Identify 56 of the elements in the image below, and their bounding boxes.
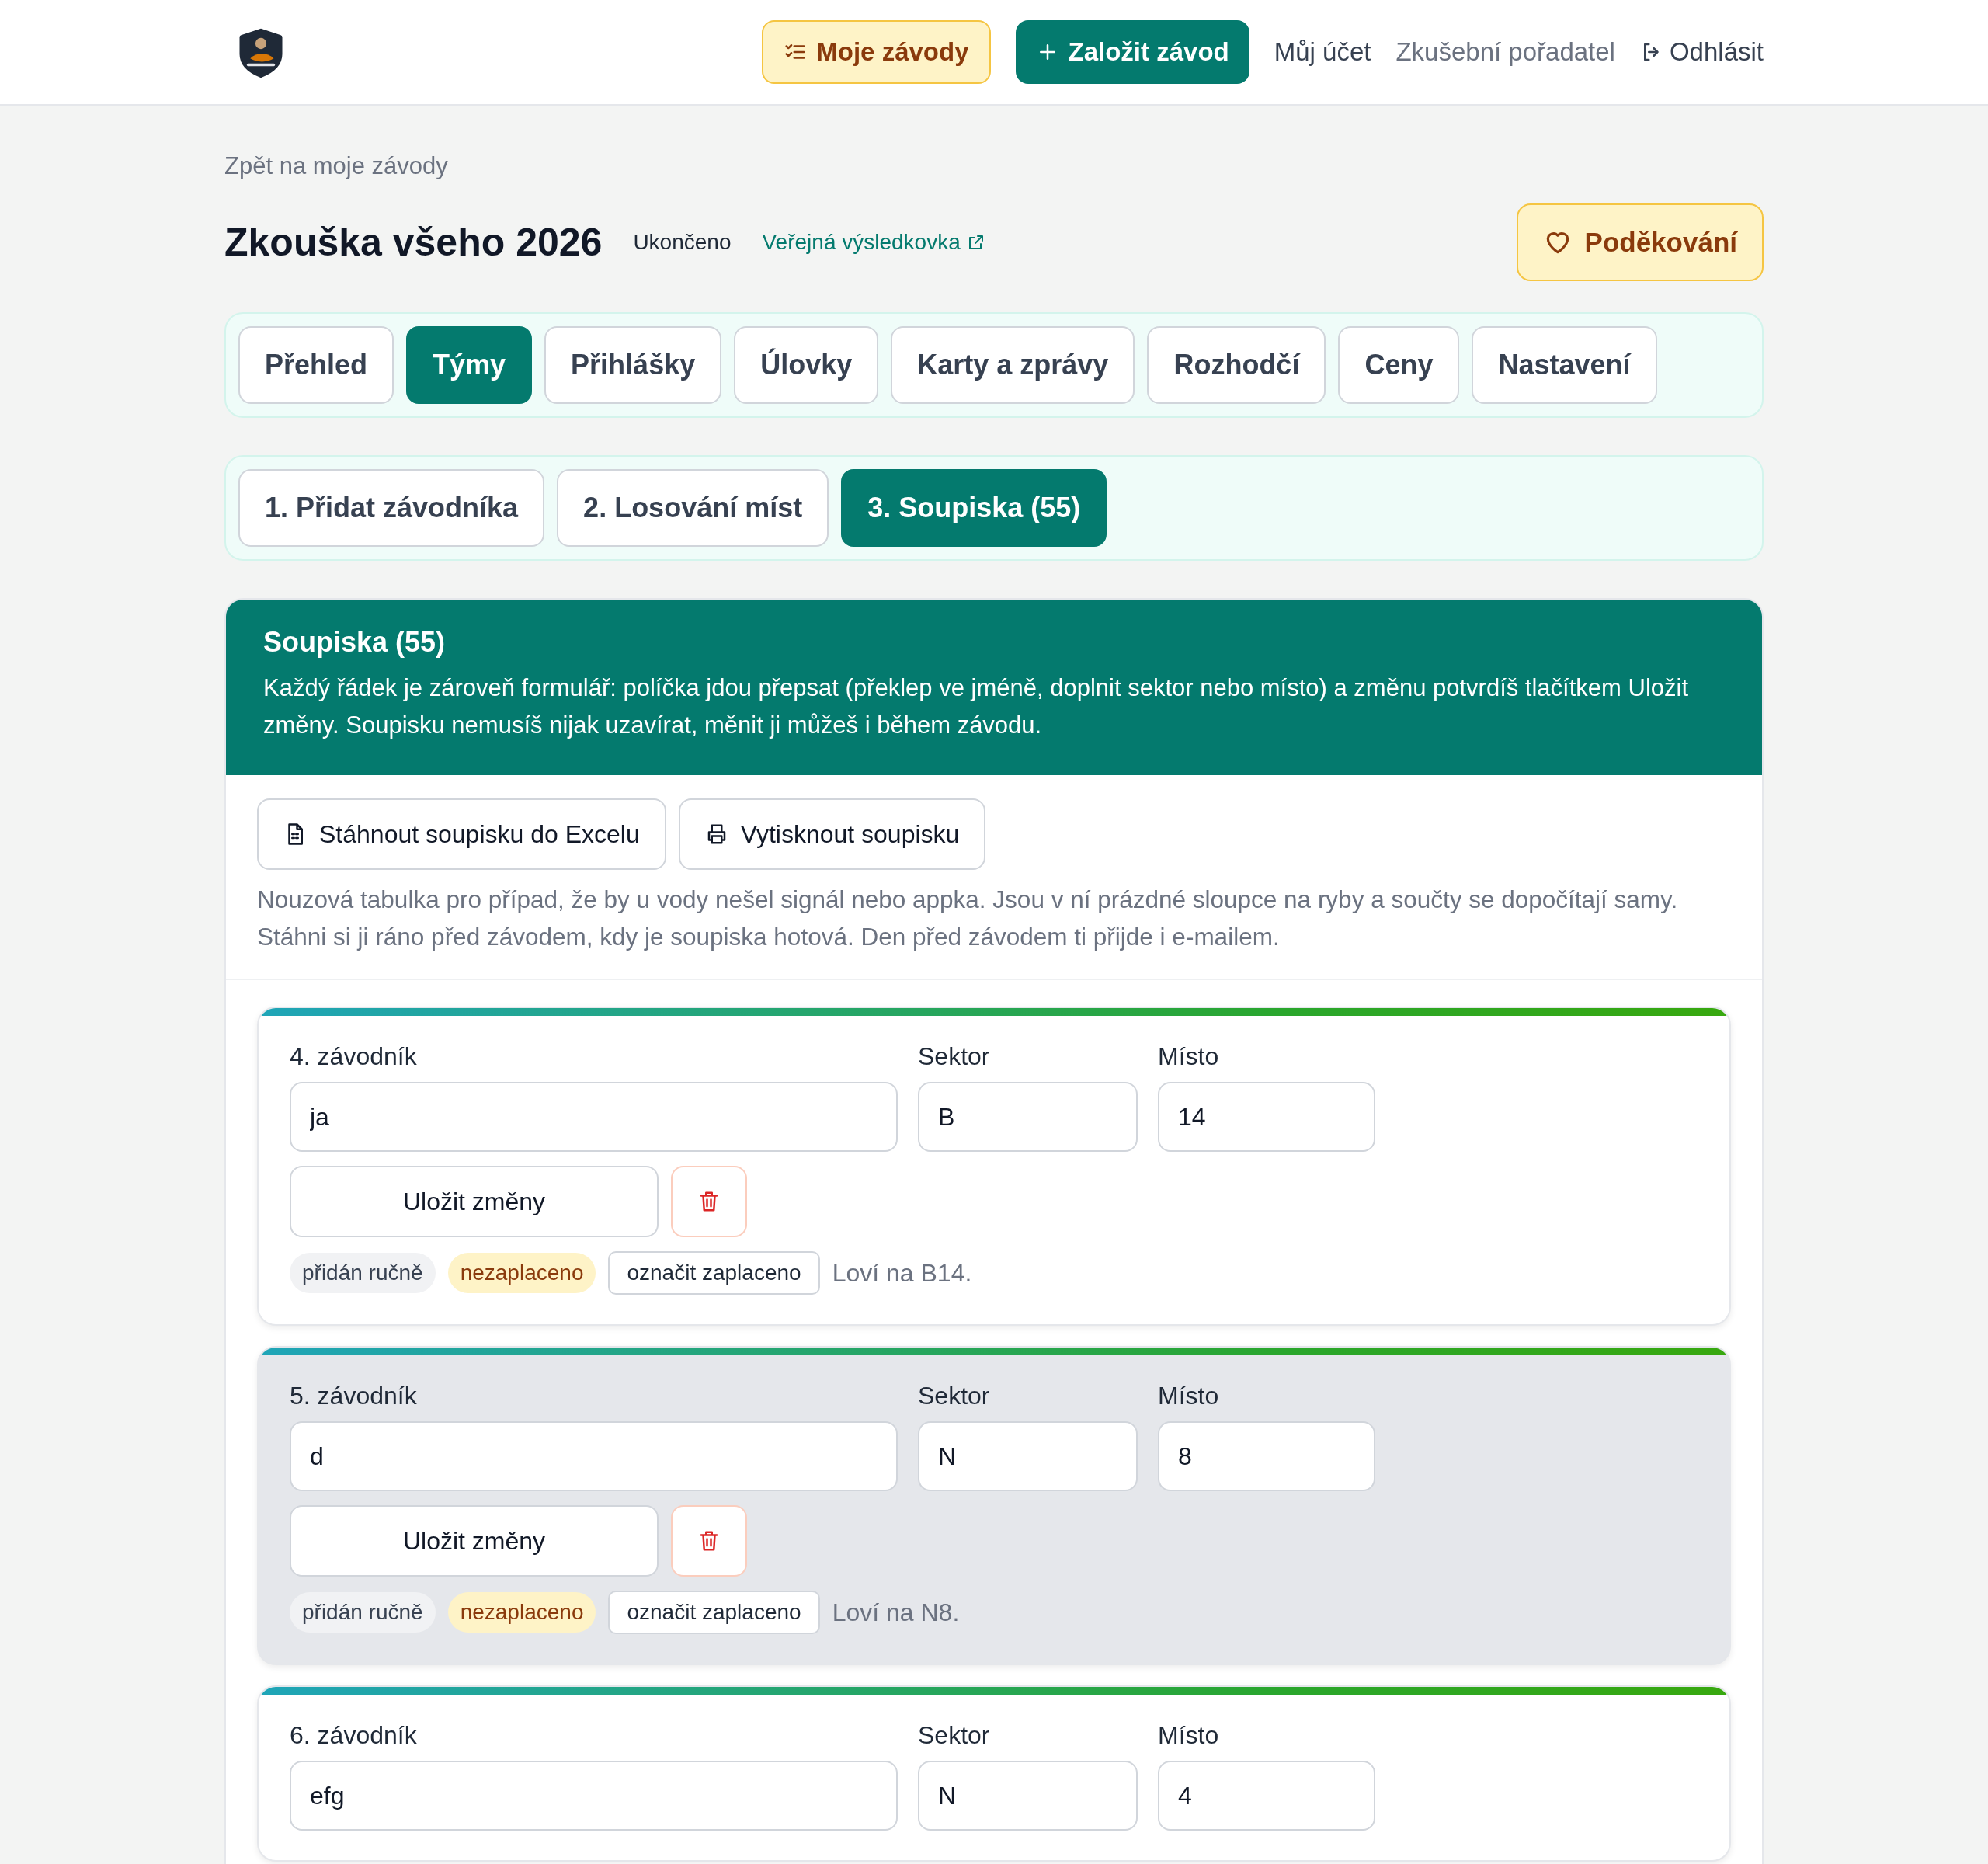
step-tab[interactable]: 3. Soupiska (55) [841, 469, 1107, 547]
print-button[interactable]: Vytisknout soupisku [678, 798, 986, 870]
unpaid-badge: nezaplaceno [447, 1592, 596, 1633]
roster-title: Soupiska (55) [263, 626, 447, 659]
emergency-note: Nouzová tabulka pro případ, že by u vody nešel signál nebo appka. Jsou v ní prázdné sloupce na ryby a součty se dopočítají samy. Stáhni si ji ráno před závodem, kdy je soupiska hotová. Den před závodem ti přijde i e-mailem. [257, 885, 1679, 952]
added-manually-badge: přidán ručně [290, 1253, 436, 1293]
racer-label: 5. závodník [290, 1382, 418, 1410]
sector-field[interactable]: N [918, 1761, 1138, 1831]
name-field[interactable]: d [290, 1421, 898, 1491]
status-label: Ukončeno [633, 230, 732, 255]
tab[interactable]: Přehled [238, 326, 394, 404]
step-tab[interactable]: 1. Přidat závodníka [238, 469, 545, 547]
tab[interactable]: Úlovky [734, 326, 879, 404]
sector-field[interactable]: N [918, 1421, 1138, 1491]
place-field[interactable]: 14 [1158, 1082, 1375, 1152]
tab[interactable]: Karty a zprávy [891, 326, 1135, 404]
tab[interactable]: Ceny [1338, 326, 1460, 404]
name-field[interactable]: efg [290, 1761, 898, 1831]
place-label: Místo [1158, 1382, 1220, 1410]
sector-label: Sektor [918, 1042, 991, 1071]
mark-paid-button[interactable]: označit zaplaceno [608, 1591, 820, 1634]
location-text: Loví na N8. [832, 1598, 960, 1627]
location-text: Loví na B14. [832, 1258, 972, 1288]
account-link[interactable]: Můj účet [1274, 20, 1371, 84]
unpaid-badge: nezaplaceno [447, 1253, 596, 1293]
racer-label: 4. závodník [290, 1042, 418, 1071]
added-manually-badge: přidán ručně [290, 1592, 436, 1633]
racer-label: 6. závodník [290, 1721, 418, 1750]
thanks-button[interactable]: Poděkování [1516, 203, 1764, 281]
my-races-button[interactable]: Moje závody [762, 20, 991, 84]
roster-description: Každý řádek je zároveň formulář: políčka jdou přepsat (překlep ve jméně, doplnit sektor nebo místo) a změnu potvrdíš tlačítkem Uložit změny. Soupisku nemusíš nijak uzavírat, měnit ji můžeš i během závodu. [263, 673, 1690, 740]
tab[interactable]: Rozhodčí [1147, 326, 1326, 404]
mark-paid-button[interactable]: označit zaplaceno [608, 1251, 820, 1295]
race-title: Zkouška všeho 2026 [224, 220, 603, 265]
create-race-button[interactable]: Založit závod [1015, 20, 1249, 84]
step-tab[interactable]: 2. Losování míst [557, 469, 829, 547]
download-excel-button[interactable]: Stáhnout soupisku do Excelu [257, 798, 666, 870]
sector-field[interactable]: B [918, 1082, 1138, 1152]
logout-link[interactable]: Odhlásit [1639, 20, 1764, 84]
place-label: Místo [1158, 1042, 1220, 1071]
delete-button[interactable] [671, 1505, 747, 1577]
organizer-name: Zkušební pořadatel [1395, 37, 1615, 68]
tab[interactable]: Nastavení [1472, 326, 1657, 404]
tab[interactable]: Přihlášky [544, 326, 722, 404]
public-results-link[interactable]: Veřejná výsledkovka [762, 230, 985, 255]
sector-label: Sektor [918, 1382, 991, 1410]
save-button[interactable]: Uložit změny [290, 1166, 659, 1237]
name-field[interactable]: ja [290, 1082, 898, 1152]
tab[interactable]: Týmy [406, 326, 533, 404]
save-button[interactable]: Uložit změny [290, 1505, 659, 1577]
delete-button[interactable] [671, 1166, 747, 1237]
place-field[interactable]: 8 [1158, 1421, 1375, 1491]
place-label: Místo [1158, 1721, 1220, 1750]
back-link[interactable]: Zpět na moje závody [224, 152, 448, 180]
place-field[interactable]: 4 [1158, 1761, 1375, 1831]
sector-label: Sektor [918, 1721, 991, 1750]
